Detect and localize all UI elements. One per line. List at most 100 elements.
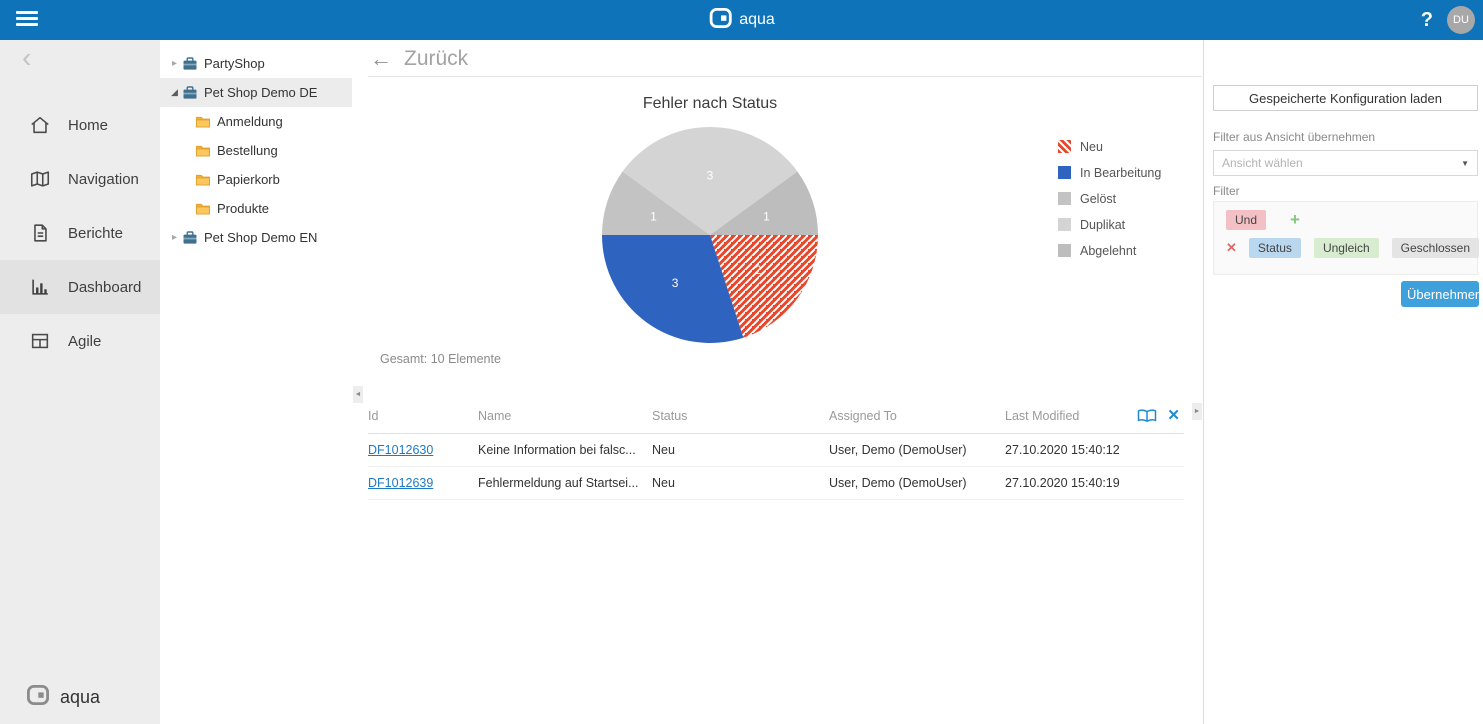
collapse-left-handle[interactable]: ◄ [353, 386, 363, 403]
legend-label: In Bearbeitung [1080, 165, 1162, 180]
app-name: aqua [739, 11, 775, 28]
column-header-assigned-to[interactable]: Assigned To [829, 400, 1005, 434]
column-header-last-modified[interactable]: Last Modified [1005, 400, 1134, 434]
back-label: Zurück [404, 47, 469, 70]
pie-slice-value: 3 [672, 276, 679, 290]
footer-logo-text: aqua [60, 687, 101, 707]
home-icon [29, 114, 51, 136]
back-arrow-icon: ← [370, 46, 392, 71]
project-icon [182, 230, 198, 246]
legend-swatch [1058, 166, 1071, 179]
view-filter-label: Filter aus Ansicht übernehmen [1213, 130, 1376, 144]
sidebar-item-label: Home [68, 116, 109, 134]
cell-status: Neu [652, 433, 829, 467]
load-configuration-button[interactable]: Gespeicherte Konfiguration laden [1213, 85, 1478, 111]
legend-item-gelöst: Gelöst [1058, 192, 1161, 206]
tree-item-produkte[interactable]: Produkte [160, 194, 352, 223]
filter-builder: Und + ✕ Status Ungleich Geschlossen [1213, 201, 1480, 275]
cell-assigned-to: User, Demo (DemoUser) [829, 466, 1005, 500]
defects-table: Id Name Status Assigned To Last Modified ✕ DF… [368, 400, 1184, 500]
sidebar-item-agile[interactable]: Agile [0, 314, 160, 368]
tree-item-papierkorb[interactable]: Papierkorb [160, 165, 352, 194]
pie-slice-value: 2 [755, 263, 762, 277]
cell-last-modified: 27.10.2020 15:40:12 [1005, 433, 1134, 467]
sidebar-item-label: Berichte [68, 224, 124, 242]
column-header-name[interactable]: Name [478, 400, 652, 434]
view-select[interactable]: Ansicht wählen ▼ [1213, 150, 1478, 176]
report-icon [29, 222, 51, 244]
expand-arrow-icon[interactable]: ▸ [167, 58, 182, 69]
column-header-id[interactable]: Id [368, 400, 478, 434]
legend-item-neu: Neu [1058, 140, 1161, 154]
legend-swatch [1058, 244, 1071, 257]
sidebar-item-home[interactable]: Home [0, 98, 160, 152]
chart-icon [29, 276, 51, 298]
app-brand: aqua [708, 0, 775, 40]
tree-item-bestellung[interactable]: Bestellung [160, 136, 352, 165]
filter-label: Filter [1213, 184, 1240, 198]
remove-condition-icon[interactable]: ✕ [1226, 241, 1237, 255]
footer-brand: aqua [26, 683, 100, 712]
main-sidebar: ‹ Home Navigation Berichte Dashboard Agile a… [0, 40, 160, 724]
user-avatar[interactable]: DU [1447, 6, 1475, 34]
tree-item-label: Pet Shop Demo DE [204, 85, 318, 100]
condition-field-chip[interactable]: Status [1248, 238, 1301, 258]
folder-icon [195, 143, 211, 159]
tree-item-label: Anmeldung [217, 114, 283, 129]
collapse-arrow-icon[interactable]: ◢ [167, 87, 182, 98]
aqua-logo-icon [708, 6, 732, 35]
apply-filter-button[interactable]: Übernehmen [1401, 281, 1482, 307]
header-divider [368, 76, 1202, 77]
tree-item-pet-shop-demo-de[interactable]: ◢ Pet Shop Demo DE [160, 78, 352, 107]
sidebar-item-berichte[interactable]: Berichte [0, 206, 160, 260]
legend-swatch [1058, 218, 1071, 231]
condition-operator-chip[interactable]: Ungleich [1313, 238, 1379, 258]
sidebar-item-dashboard[interactable]: Dashboard [0, 260, 160, 314]
back-button[interactable]: ← Zurück [370, 46, 468, 72]
book-icon[interactable] [1137, 409, 1157, 423]
project-icon [182, 85, 198, 101]
tree-item-label: Pet Shop Demo EN [204, 230, 318, 245]
total-label: Gesamt: 10 Elemente [380, 352, 501, 366]
hamburger-menu-icon[interactable] [16, 11, 38, 29]
close-icon[interactable]: ✕ [1167, 408, 1180, 423]
tree-item-partyshop[interactable]: ▸ PartyShop [160, 49, 352, 78]
filter-operator-chip[interactable]: Und [1226, 210, 1267, 230]
collapse-right-handle[interactable]: ► [1192, 403, 1202, 420]
sidebar-collapse-icon[interactable]: ‹ [22, 42, 31, 74]
sidebar-item-label: Navigation [68, 170, 139, 188]
legend-item-abgelehnt: Abgelehnt [1058, 243, 1161, 258]
condition-value-chip[interactable]: Geschlossen [1391, 238, 1480, 258]
table-header-actions: ✕ [1134, 400, 1184, 434]
cell-name: Keine Information bei falsc... [478, 433, 652, 467]
sidebar-nav: Home Navigation Berichte Dashboard Agile [0, 98, 160, 368]
cell-name: Fehlermeldung auf Startsei... [478, 466, 652, 500]
tree-item-pet-shop-demo-en[interactable]: ▸ Pet Shop Demo EN [160, 223, 352, 252]
top-bar: aqua ? DU [0, 0, 1483, 40]
pie-slice-value: 1 [650, 210, 657, 224]
tree-item-label: PartyShop [204, 56, 265, 71]
pie-slice-value: 1 [763, 210, 770, 224]
add-condition-icon[interactable]: + [1290, 211, 1300, 228]
legend-item-duplikat: Duplikat [1058, 218, 1161, 232]
folder-icon [195, 114, 211, 130]
map-icon [29, 168, 51, 190]
cell-id: DF1012630 [368, 433, 478, 467]
expand-arrow-icon[interactable]: ▸ [167, 232, 182, 243]
table-row: DF1012630 Keine Information bei falsc... N… [368, 433, 1184, 467]
tree-item-label: Papierkorb [217, 172, 280, 187]
tree-item-anmeldung[interactable]: Anmeldung [160, 107, 352, 136]
chevron-down-icon: ▼ [1461, 158, 1469, 168]
legend-label: Abgelehnt [1080, 243, 1137, 258]
legend-swatch [1058, 140, 1071, 153]
tree-item-label: Bestellung [217, 143, 278, 158]
defect-link[interactable]: DF1012630 [368, 443, 433, 457]
help-icon[interactable]: ? [1421, 9, 1433, 32]
folder-icon [195, 172, 211, 188]
column-header-status[interactable]: Status [652, 400, 829, 434]
defect-link[interactable]: DF1012639 [368, 476, 433, 490]
dashboard-main: ← Zurück Fehler nach Status 2 3 1 3 1 Neu In … [352, 40, 1203, 724]
cell-id: DF1012639 [368, 466, 478, 500]
sidebar-item-navigation[interactable]: Navigation [0, 152, 160, 206]
cell-last-modified: 27.10.2020 15:40:19 [1005, 466, 1134, 500]
